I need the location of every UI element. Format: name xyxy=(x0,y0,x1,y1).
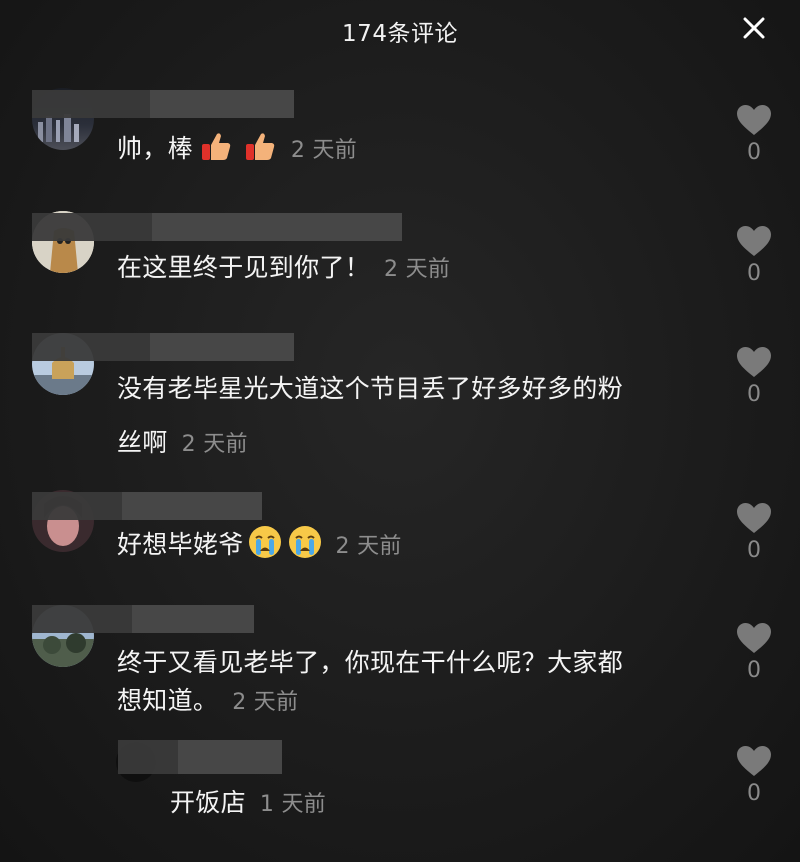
heart-icon xyxy=(737,503,771,533)
comment-timestamp: 2 天前 xyxy=(232,690,299,715)
comment-text: 终于又看见老毕了，你现在干什么呢？大家都 想知道。 2 天前 xyxy=(117,644,717,722)
comment-item: 在这里终于见到你了！ 2 天前 0 xyxy=(0,211,800,321)
heart-icon xyxy=(737,746,771,776)
like-count: 0 xyxy=(747,261,761,286)
comment-body-line-2: 丝啊 xyxy=(117,428,168,457)
username-redacted xyxy=(32,213,402,241)
comment-text: 在这里终于见到你了！ 2 天前 xyxy=(117,249,450,289)
heart-icon xyxy=(737,226,771,256)
comment-body-line-1: 没有老毕星光大道这个节目丢了好多好多的粉 xyxy=(117,374,624,403)
like-count: 0 xyxy=(747,140,761,165)
heart-icon xyxy=(737,105,771,135)
like-button[interactable]: 0 xyxy=(734,225,774,286)
comment-body: 在这里终于见到你了！ xyxy=(117,253,371,282)
like-count: 0 xyxy=(747,382,761,407)
comment-timestamp: 2 天前 xyxy=(290,138,358,163)
comment-body-line-2: 想知道。 xyxy=(117,686,219,715)
comment-count-title: 174条评论 xyxy=(342,21,458,47)
like-button[interactable]: 0 xyxy=(734,502,774,563)
reply-timestamp: 1 天前 xyxy=(259,792,327,817)
like-count: 0 xyxy=(747,538,761,563)
thumbs-up-icon xyxy=(201,133,231,160)
crying-face-icon xyxy=(288,526,321,558)
comments-header: 174条评论 xyxy=(0,0,800,60)
comment-item: 帅，棒 2 天前 0 xyxy=(0,88,800,200)
heart-icon xyxy=(737,347,771,377)
crying-face-icon xyxy=(248,526,281,558)
comment-body-line-1: 终于又看见老毕了，你现在干什么呢？大家都 xyxy=(117,648,624,677)
username-redacted xyxy=(32,90,294,118)
reply-text: 开饭店 1 天前 xyxy=(170,784,326,824)
close-button[interactable] xyxy=(738,12,770,44)
comment-text: 没有老毕星光大道这个节目丢了好多好多的粉 丝啊 2 天前 xyxy=(117,370,717,464)
comment-body: 帅，棒 xyxy=(117,134,193,163)
close-icon xyxy=(743,17,765,39)
thumbs-up-icon xyxy=(245,133,275,160)
comment-text: 好想毕姥爷 2 天前 xyxy=(117,525,402,566)
comment-timestamp: 2 天前 xyxy=(181,432,248,457)
like-button[interactable]: 0 xyxy=(734,346,774,407)
comment-body: 好想毕姥爷 xyxy=(117,530,244,559)
like-button[interactable]: 0 xyxy=(734,622,774,683)
comment-item: 终于又看见老毕了，你现在干什么呢？大家都 想知道。 2 天前 0 xyxy=(0,605,800,735)
like-count: 0 xyxy=(747,781,761,806)
comment-timestamp: 2 天前 xyxy=(335,534,402,559)
username-redacted xyxy=(118,740,282,774)
like-count: 0 xyxy=(747,658,761,683)
like-button[interactable]: 0 xyxy=(734,745,774,806)
reply-item: 开饭店 1 天前 0 xyxy=(0,740,800,850)
username-redacted xyxy=(32,333,294,361)
comment-item: 好想毕姥爷 2 天前 0 xyxy=(0,490,800,600)
username-redacted xyxy=(32,605,254,633)
reply-body: 开饭店 xyxy=(170,788,246,817)
heart-icon xyxy=(737,623,771,653)
comment-timestamp: 2 天前 xyxy=(384,257,451,282)
username-redacted xyxy=(32,492,262,520)
like-button[interactable]: 0 xyxy=(734,104,774,165)
comment-item: 没有老毕星光大道这个节目丢了好多好多的粉 丝啊 2 天前 0 xyxy=(0,333,800,463)
comment-text: 帅，棒 2 天前 xyxy=(117,129,357,170)
